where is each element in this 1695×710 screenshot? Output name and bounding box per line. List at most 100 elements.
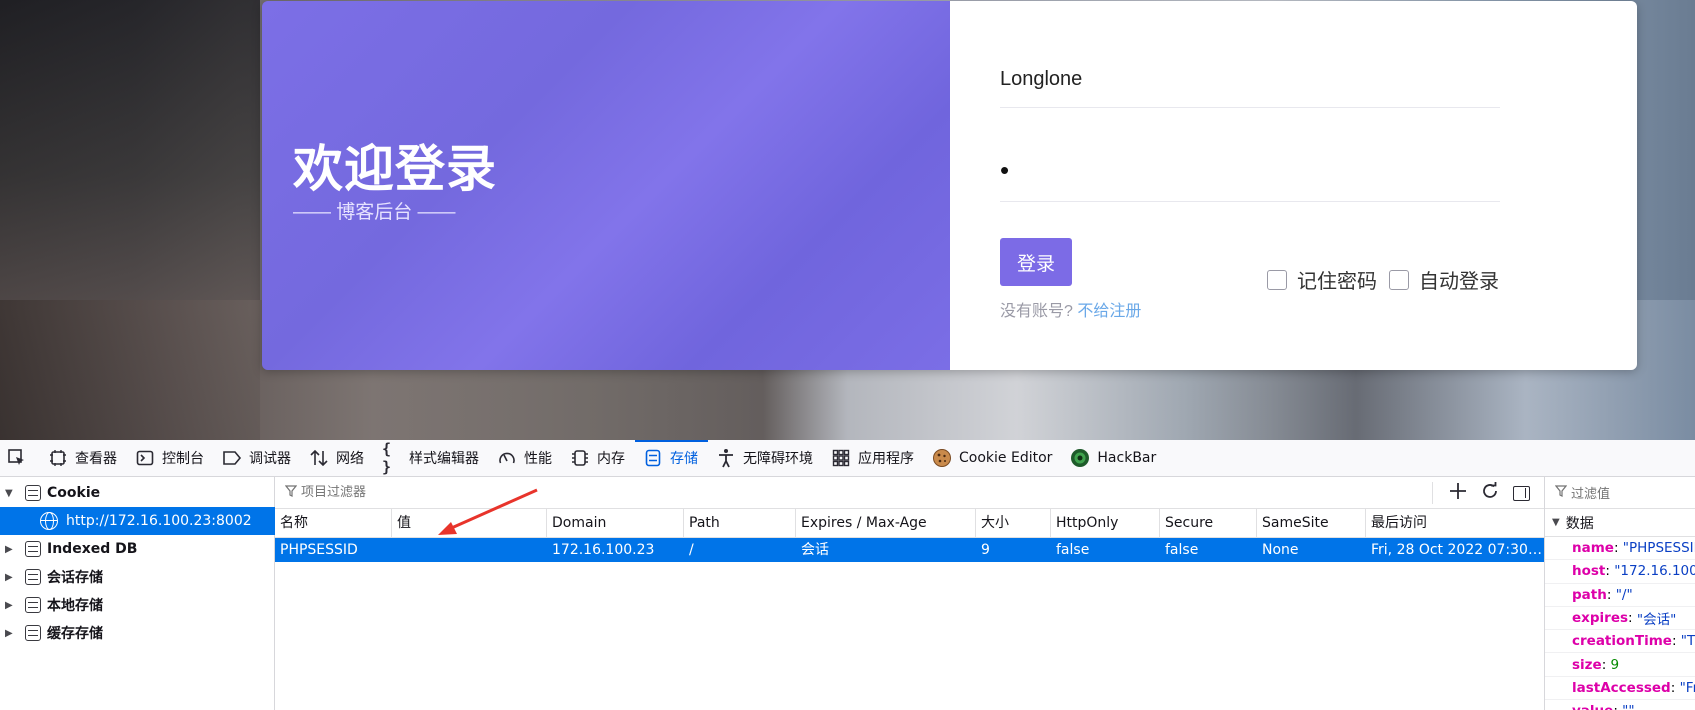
- data-key: path: [1572, 586, 1607, 603]
- cookie-icon: [932, 448, 952, 468]
- tab-cookie-editor[interactable]: Cookie Editor: [924, 440, 1062, 477]
- toggle-sidebar-icon[interactable]: [1513, 485, 1530, 501]
- tab-accessibility[interactable]: 无障碍环境: [708, 440, 823, 477]
- data-entry[interactable]: size: 9: [1545, 653, 1695, 677]
- register-link[interactable]: 不给注册: [1077, 303, 1141, 320]
- style-editor-icon: { }: [382, 440, 392, 476]
- tree-item-host[interactable]: http://172.16.100.23:8002: [0, 507, 275, 535]
- tab-label: 网络: [336, 451, 364, 467]
- remember-checkbox-box[interactable]: [1267, 269, 1287, 290]
- toolbar-separator: [1432, 482, 1433, 504]
- collapse-arrow-icon[interactable]: ▶: [5, 572, 19, 583]
- data-section-header[interactable]: ▼ 数据: [1545, 509, 1695, 537]
- data-colon: :: [1628, 610, 1637, 627]
- login-button[interactable]: 登录: [1000, 238, 1072, 286]
- remember-label: 记住密码: [1297, 271, 1377, 293]
- cell-domain[interactable]: 172.16.100.23: [547, 538, 684, 562]
- column-header[interactable]: 值: [392, 509, 547, 538]
- tab-hackbar[interactable]: HackBar: [1062, 440, 1166, 477]
- tree-item-indexed-db[interactable]: ▶ Indexed DB: [0, 535, 275, 563]
- console-icon: [135, 448, 155, 468]
- memory-icon: [570, 448, 590, 468]
- column-header[interactable]: Path: [684, 509, 796, 538]
- data-header-label: 数据: [1565, 515, 1594, 532]
- tab-application[interactable]: 应用程序: [823, 440, 924, 477]
- tab-inspector[interactable]: 查看器: [40, 440, 127, 477]
- cell-httponly[interactable]: false: [1051, 538, 1160, 562]
- tree-item-local-storage[interactable]: ▶ 本地存储: [0, 591, 275, 619]
- tab-storage[interactable]: 存储: [635, 439, 708, 477]
- password-field[interactable]: •: [1000, 151, 1500, 202]
- data-entry[interactable]: value: "": [1545, 700, 1695, 710]
- cell-name[interactable]: PHPSESSID: [275, 538, 392, 562]
- column-header[interactable]: Secure: [1160, 509, 1257, 538]
- tab-label: 应用程序: [858, 451, 914, 467]
- cell-samesite[interactable]: None: [1257, 538, 1366, 562]
- column-header[interactable]: Domain: [547, 509, 684, 538]
- tab-label: 性能: [524, 451, 552, 467]
- auto-login-checkbox[interactable]: 自动登录: [1389, 265, 1499, 294]
- accessibility-icon: [716, 448, 736, 468]
- data-colon: :: [1613, 540, 1623, 557]
- database-icon: [25, 625, 41, 641]
- data-entry[interactable]: host: "172.16.100.2: [1545, 560, 1695, 584]
- cell-size[interactable]: 9: [976, 538, 1051, 562]
- tree-item-label: Cookie: [47, 485, 101, 501]
- collapse-arrow-icon[interactable]: ▶: [5, 600, 19, 611]
- tab-memory[interactable]: 内存: [562, 440, 635, 477]
- column-header[interactable]: SameSite: [1257, 509, 1366, 538]
- tab-label: 存储: [670, 451, 698, 467]
- table-row[interactable]: PHPSESSID 172.16.100.23 / 会话 9 false fal…: [275, 538, 1544, 562]
- storage-tree: ▼ Cookie http://172.16.100.23:8002 ▶ Ind…: [0, 477, 275, 710]
- collapse-arrow-icon[interactable]: ▶: [5, 544, 19, 555]
- tab-network[interactable]: 网络: [301, 440, 374, 477]
- remember-password-checkbox[interactable]: 记住密码: [1267, 265, 1377, 294]
- data-value: "Thu: [1680, 633, 1695, 650]
- inspector-icon: [48, 448, 68, 468]
- data-key: value: [1572, 703, 1613, 710]
- application-icon: [831, 448, 851, 468]
- column-header[interactable]: 名称: [275, 509, 392, 538]
- column-header[interactable]: 大小: [976, 509, 1051, 538]
- data-value: 9: [1610, 656, 1620, 673]
- add-item-icon[interactable]: [1449, 481, 1467, 505]
- data-value: "Fri,: [1679, 679, 1695, 696]
- welcome-title: 欢迎登录: [293, 141, 497, 197]
- tree-item-label: Indexed DB: [47, 541, 138, 557]
- cell-path[interactable]: /: [684, 538, 796, 562]
- column-header[interactable]: Expires / Max-Age: [796, 509, 976, 538]
- cell-expires[interactable]: 会话: [796, 538, 976, 562]
- collapse-arrow-icon[interactable]: ▶: [5, 628, 19, 639]
- cookie-table: 名称 值 Domain Path Expires / Max-Age 大小 Ht…: [275, 477, 1544, 710]
- value-filter-bar[interactable]: 过滤值: [1545, 477, 1695, 509]
- tree-item-cookie[interactable]: ▼ Cookie: [0, 479, 275, 507]
- data-colon: :: [1670, 679, 1680, 696]
- tree-item-cache-storage[interactable]: ▶ 缓存存储: [0, 619, 275, 647]
- data-entry[interactable]: lastAccessed: "Fri,: [1545, 677, 1695, 701]
- tab-label: 内存: [597, 451, 625, 467]
- tab-style-editor[interactable]: { } 样式编辑器: [374, 440, 489, 477]
- data-entry[interactable]: name: "PHPSESSID": [1545, 537, 1695, 561]
- cell-value[interactable]: [392, 538, 547, 562]
- tree-item-session-storage[interactable]: ▶ 会话存储: [0, 563, 275, 591]
- data-value: "/": [1615, 586, 1633, 603]
- autologin-checkbox-box[interactable]: [1389, 269, 1409, 290]
- cell-last-accessed[interactable]: Fri, 28 Oct 2022 07:30:2...: [1366, 538, 1544, 562]
- tab-console[interactable]: 控制台: [127, 440, 214, 477]
- refresh-icon[interactable]: [1481, 481, 1499, 505]
- username-field[interactable]: Longlone: [1000, 59, 1500, 108]
- item-filter-input[interactable]: [301, 485, 701, 500]
- expand-arrow-icon[interactable]: ▼: [1552, 517, 1560, 528]
- expand-arrow-icon[interactable]: ▼: [5, 488, 19, 499]
- database-icon: [25, 485, 41, 501]
- tab-label: 调试器: [249, 451, 291, 467]
- column-header[interactable]: HttpOnly: [1051, 509, 1160, 538]
- cell-secure[interactable]: false: [1160, 538, 1257, 562]
- data-entry[interactable]: expires: "会话": [1545, 607, 1695, 631]
- column-header[interactable]: 最后访问: [1366, 509, 1544, 538]
- element-picker-button[interactable]: [0, 440, 40, 477]
- data-entry[interactable]: path: "/": [1545, 584, 1695, 607]
- tab-debugger[interactable]: 调试器: [214, 440, 301, 477]
- data-entry[interactable]: creationTime: "Thu: [1545, 630, 1695, 654]
- tab-performance[interactable]: 性能: [489, 440, 562, 477]
